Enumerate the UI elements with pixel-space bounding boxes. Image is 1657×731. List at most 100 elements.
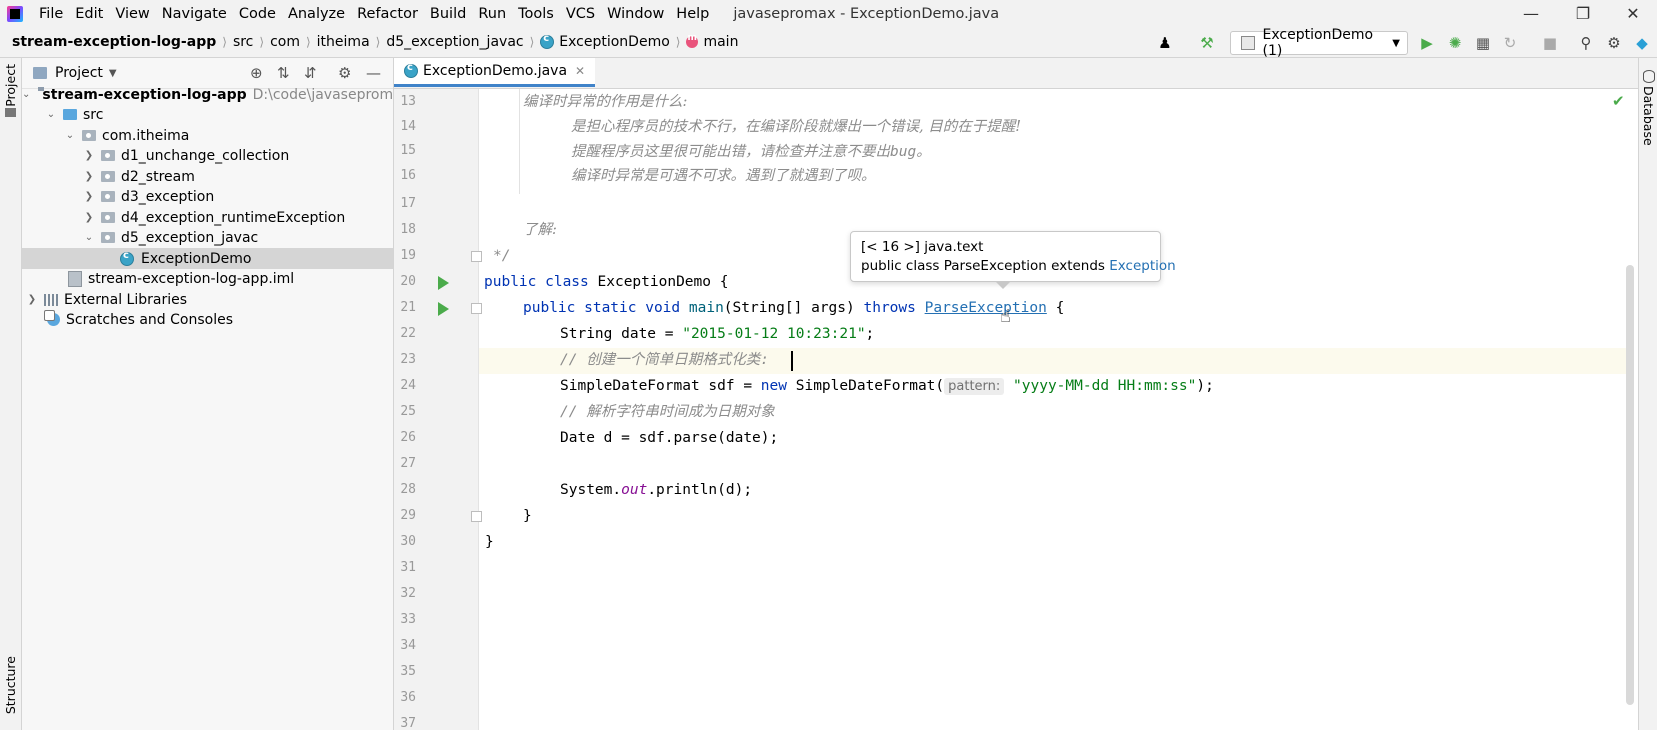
project-panel-title[interactable]: Project (55, 65, 103, 81)
breadcrumb-package[interactable]: d5_exception_javac (383, 34, 526, 50)
fold-icon[interactable] (471, 303, 482, 314)
left-tool-strip: Project Structure (0, 58, 22, 730)
code-text: 提醒程序员这里很可能出错，请检查并注意不要出 (571, 144, 890, 160)
menu-edit[interactable]: Edit (69, 6, 109, 22)
debug-icon[interactable]: ✺ (1445, 33, 1465, 53)
user-icon[interactable]: ♟ (1155, 33, 1175, 53)
menu-help[interactable]: Help (670, 6, 715, 22)
breadcrumb-src[interactable]: src (230, 34, 256, 50)
tree-item-project-root[interactable]: ⌄ stream-exception-log-app D:\code\javas… (22, 84, 415, 105)
line-number: 31 (400, 560, 416, 575)
menu-tools[interactable]: Tools (512, 6, 560, 22)
chevron-down-icon[interactable]: ▼ (109, 68, 117, 79)
run-method-icon[interactable] (438, 302, 449, 316)
menu-view[interactable]: View (109, 6, 155, 22)
menu-build[interactable]: Build (424, 6, 472, 22)
menu-run[interactable]: Run (472, 6, 512, 22)
chevron-right-icon[interactable]: ❯ (83, 212, 95, 223)
breadcrumb-itheima[interactable]: itheima (314, 34, 373, 50)
tree-item-label: d3_exception (121, 188, 215, 205)
tab-exceptiondemo-java[interactable]: ExceptionDemo.java ✕ (394, 58, 596, 87)
breadcrumb-separator-icon: ⟩ (375, 35, 381, 49)
line-number: 14 (400, 119, 416, 134)
tree-item-com-itheima[interactable]: ⌄ com.itheima (22, 125, 393, 146)
database-tool-tab[interactable]: Database (1641, 86, 1656, 146)
structure-tool-tab[interactable]: Structure (3, 656, 18, 714)
menu-file[interactable]: File (33, 6, 69, 22)
tree-item-label: stream-exception-log-app (42, 86, 247, 103)
run-configuration-select[interactable]: ExceptionDemo (1) ▼ (1230, 27, 1408, 59)
iml-file-icon (68, 270, 82, 287)
breadcrumb-class[interactable]: ExceptionDemo (537, 33, 673, 50)
restore-icon[interactable]: ❐ (1560, 0, 1606, 27)
menu-analyze[interactable]: Analyze (282, 6, 351, 22)
locate-target-icon[interactable]: ⊕ (250, 64, 263, 82)
expand-all-icon[interactable]: ⇅ (277, 64, 290, 82)
close-icon[interactable]: ✕ (1610, 0, 1656, 27)
navigation-bar: stream-exception-log-app ⟩ src ⟩ com ⟩ i… (0, 27, 1657, 58)
settings-gear-icon[interactable]: ⚙ (338, 64, 351, 82)
inspection-ok-check-icon[interactable]: ✔ (1612, 92, 1625, 110)
indent-guide (519, 89, 520, 194)
method-icon (686, 33, 699, 48)
breadcrumb-separator-icon: ⟩ (222, 35, 227, 49)
tree-item-external-libraries[interactable]: ❯ External Libraries (22, 289, 393, 310)
breadcrumb-com[interactable]: com (267, 34, 303, 50)
tree-item-d5[interactable]: ⌄ d5_exception_javac (22, 227, 393, 248)
search-icon[interactable]: ⚲ (1576, 33, 1596, 53)
tree-item-exceptiondemo[interactable]: ExceptionDemo (22, 248, 393, 269)
coverage-icon[interactable]: ▦ (1473, 33, 1493, 53)
chevron-down-icon[interactable]: ⌄ (22, 89, 30, 100)
breadcrumb-project[interactable]: stream-exception-log-app (9, 34, 219, 50)
chevron-down-icon[interactable]: ⌄ (64, 130, 76, 141)
close-tab-icon[interactable]: ✕ (575, 64, 585, 78)
build-hammer-icon[interactable]: ⚒ (1197, 33, 1217, 53)
plugin-icon[interactable]: ◆ (1632, 33, 1652, 53)
chevron-right-icon[interactable]: ❯ (83, 191, 95, 202)
code-text: bug (890, 144, 917, 160)
editor-scrollbar[interactable] (1626, 265, 1634, 705)
collapse-all-icon[interactable]: ⇵ (304, 64, 317, 82)
profile-icon[interactable]: ↻ (1500, 33, 1520, 53)
fold-icon[interactable] (471, 251, 482, 262)
stop-icon[interactable]: ■ (1540, 33, 1560, 53)
tree-item-d1[interactable]: ❯ d1_unchange_collection (22, 145, 393, 166)
menu-navigate[interactable]: Navigate (156, 6, 233, 22)
run-icon[interactable]: ▶ (1417, 33, 1437, 53)
tree-item-scratches[interactable]: Scratches and Consoles (22, 309, 393, 330)
tree-item-d3[interactable]: ❯ d3_exception (22, 186, 393, 207)
chevron-down-icon[interactable]: ⌄ (83, 232, 95, 243)
breadcrumb-method[interactable]: main (683, 33, 741, 50)
package-icon (101, 232, 115, 243)
settings-gear-icon[interactable]: ⚙ (1604, 33, 1624, 53)
project-tool-tab[interactable]: Project (3, 64, 18, 107)
fold-icon[interactable] (471, 511, 482, 522)
breadcrumb-separator-icon: ⟩ (529, 35, 535, 49)
tree-item-d4[interactable]: ❯ d4_exception_runtimeException (22, 207, 393, 228)
code-text: (String[] args) (723, 300, 855, 316)
window-title: javasepromax - ExceptionDemo.java (733, 5, 1000, 22)
menu-refactor[interactable]: Refactor (351, 6, 424, 22)
code-text: 。 (916, 144, 931, 160)
chevron-down-icon[interactable]: ⌄ (45, 109, 57, 120)
line-number: 28 (400, 482, 416, 497)
hide-panel-icon[interactable]: — (366, 64, 381, 82)
chevron-right-icon[interactable]: ❯ (83, 150, 95, 161)
menu-code[interactable]: Code (233, 6, 282, 22)
tree-item-label: stream-exception-log-app.iml (88, 270, 295, 287)
minimize-icon[interactable]: — (1508, 0, 1554, 27)
tree-item-iml[interactable]: stream-exception-log-app.iml (22, 268, 393, 289)
code-line-25: // 解析字符串时间成为日期对象 (560, 404, 775, 420)
code-line-19: */ (493, 248, 511, 264)
code-line-18: 了解: (523, 222, 557, 238)
menu-vcs[interactable]: VCS (560, 6, 601, 22)
line-number: 22 (400, 326, 416, 341)
tree-item-src[interactable]: ⌄ src (22, 104, 393, 125)
chevron-right-icon[interactable]: ❯ (26, 294, 38, 305)
tree-item-d2[interactable]: ❯ d2_stream (22, 166, 393, 187)
parse-exception-link[interactable]: ParseException (925, 300, 1047, 316)
run-class-icon[interactable] (438, 276, 449, 290)
chevron-right-icon[interactable]: ❯ (83, 171, 95, 182)
menu-window[interactable]: Window (601, 6, 670, 22)
tooltip-exception-link[interactable]: Exception (1109, 258, 1175, 274)
